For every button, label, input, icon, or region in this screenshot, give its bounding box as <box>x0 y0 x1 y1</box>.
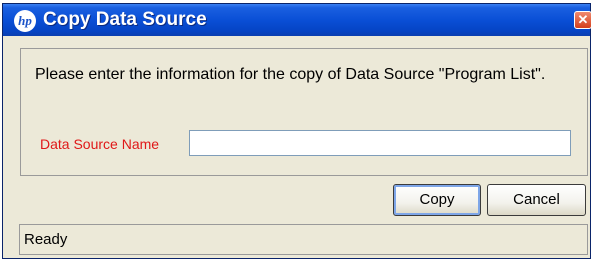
title-bar[interactable]: hp Copy Data Source ✕ <box>3 4 592 36</box>
close-icon[interactable]: ✕ <box>574 11 592 29</box>
copy-button[interactable]: Copy <box>393 184 481 216</box>
data-source-name-input[interactable] <box>189 130 571 156</box>
window-title: Copy Data Source <box>43 9 207 30</box>
data-source-name-label: Data Source Name <box>40 136 160 152</box>
status-bar: Ready <box>19 224 588 255</box>
status-text: Ready <box>24 231 68 248</box>
cancel-button[interactable]: Cancel <box>487 184 586 216</box>
hp-logo-icon: hp <box>14 10 36 32</box>
dialog-message: Please enter the information for the cop… <box>35 66 546 83</box>
